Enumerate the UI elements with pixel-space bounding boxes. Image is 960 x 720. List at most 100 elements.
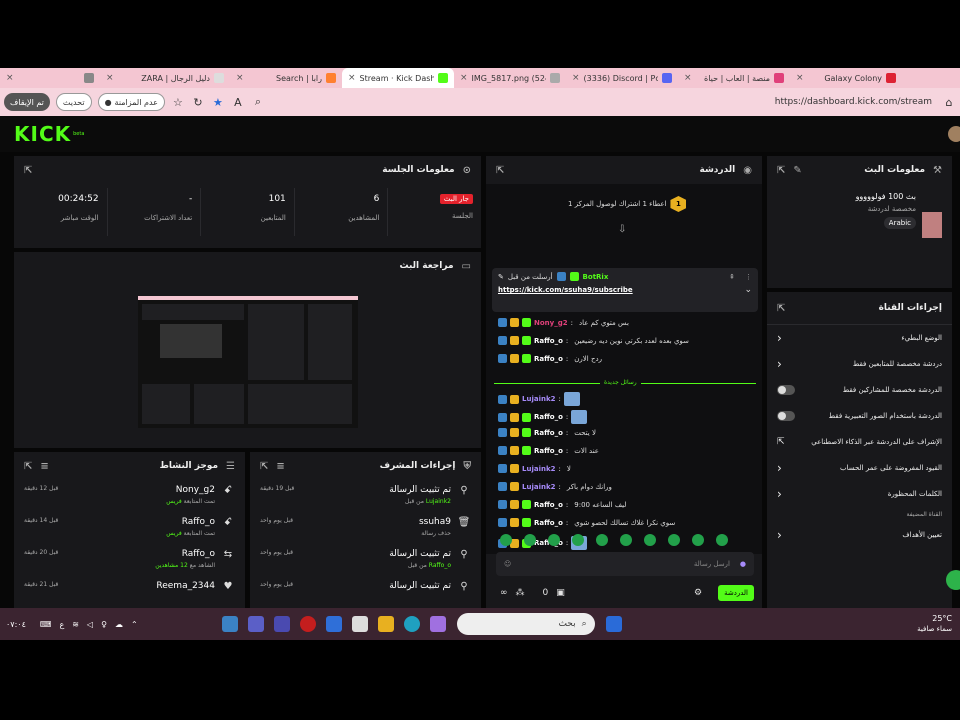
app-folder-icon[interactable] [377, 616, 394, 632]
app-edge-icon[interactable] [403, 616, 420, 632]
browser-tab[interactable]: ×IMG_5817.png (524×1 [454, 68, 566, 88]
keyboard-icon[interactable]: ⌨ [40, 620, 52, 629]
channel-action-row[interactable]: الدردشة مخصصة للمشاركين فقط [767, 377, 952, 403]
chevron-down-icon[interactable]: ⇩ [618, 224, 626, 235]
chat-username[interactable]: Raffo_o [534, 519, 563, 527]
chat-username[interactable]: Lujaink2 [522, 465, 555, 473]
lock-icon[interactable]: ⌂ [942, 95, 956, 109]
close-icon[interactable]: × [572, 73, 580, 83]
chat-username[interactable]: Raffo_o [534, 447, 563, 455]
read-aloud-icon[interactable]: A [231, 95, 245, 109]
close-icon[interactable]: × [460, 73, 468, 83]
close-icon[interactable]: × [236, 73, 244, 83]
popout-icon[interactable]: ⇱ [777, 303, 785, 314]
channel-action-row[interactable]: › القيود المفروضة على عمر الحساب [767, 455, 952, 481]
app-obs-icon[interactable] [196, 616, 212, 632]
gift-icon[interactable]: ▣ [556, 588, 565, 598]
browser-tab[interactable]: × Search | رابا [230, 68, 342, 88]
channel-action-row[interactable]: › الكلمات المحظورة [767, 481, 952, 507]
set-goals-row[interactable]: › تعيين الأهداف [767, 522, 952, 548]
refresh-icon[interactable]: ↻ [191, 95, 205, 109]
chat-username[interactable]: Raffo_o [534, 355, 563, 363]
popout-icon[interactable]: ⇱ [777, 165, 785, 176]
channel-action-row[interactable]: الدردشة باستخدام الصور التعبيرية فقط [767, 403, 952, 429]
mic-tray-icon[interactable]: ♀ [101, 620, 107, 629]
emote-shortcut-icon[interactable] [548, 534, 560, 546]
chat-username[interactable]: Nony_g2 [534, 319, 568, 327]
volume-icon[interactable]: ◁ [87, 620, 93, 629]
chat-username[interactable]: Raffo_o [534, 501, 563, 509]
channel-action-row[interactable]: ⇱ الإشراف على الدردشة عبر الذكاء الاصطناع… [767, 429, 952, 455]
browser-tab[interactable]: × [0, 68, 100, 88]
browser-tab[interactable]: ×Stream · Kick Dashbo [342, 68, 454, 88]
browser-tab[interactable]: × Galaxy Colony [790, 68, 902, 88]
visibility-icon[interactable]: ⊙ [463, 165, 471, 176]
chat-message[interactable]: Raffo_o: سوي بعده لعدد بكرتي نوين ديه رضي… [498, 336, 758, 345]
emote-shortcut-icon[interactable] [692, 534, 704, 546]
chat-message[interactable]: Raffo_o: ليف الساعه 9:00 [498, 500, 758, 509]
taskbar-search[interactable]: بحث ⌕ [456, 613, 595, 635]
chat-message[interactable]: Raffo_o: عند الات [498, 446, 758, 455]
chat-message[interactable]: Lujaink2: لا [498, 464, 758, 473]
chevron-down-icon[interactable]: ⌄ [744, 285, 752, 295]
app-copilot-icon[interactable] [429, 616, 446, 632]
account-pill[interactable]: ● عدم المزامنة [97, 93, 165, 111]
chat-message[interactable]: Nony_g2: بس متوي كم عاد [498, 318, 758, 327]
mic-icon[interactable]: ● [740, 560, 746, 568]
browser-tab[interactable]: × ZARA | دليل الرجال [100, 68, 230, 88]
pinned-message[interactable]: ✎ أرسلت من قبل BotRix ⇞ ⋮ https://kick.c… [492, 268, 758, 312]
emoji-icon[interactable]: ☺ [504, 560, 511, 568]
floating-button[interactable] [946, 570, 960, 590]
list-item[interactable]: قبل يوم واحد ssuha9 حذف رسالة 🗑 [250, 512, 481, 544]
language-icon[interactable]: ع [59, 620, 64, 629]
guest-pill[interactable]: تحديث [55, 93, 92, 111]
popout-icon[interactable]: ⇱ [24, 165, 32, 176]
chat-message[interactable]: Lujaink2: [498, 392, 758, 406]
chat-username[interactable]: Raffo_o [534, 429, 563, 437]
app-word-icon[interactable] [221, 616, 238, 632]
chat-message[interactable]: Raffo_o: [498, 410, 758, 424]
user-avatar[interactable] [948, 126, 960, 142]
app-p-icon[interactable] [273, 616, 290, 632]
filter-icon[interactable]: ≡ [276, 461, 284, 472]
emote-shortcut-icon[interactable] [524, 534, 536, 546]
list-item[interactable]: قبل يوم واحد تم تثبيت الرسالة ⚲ [250, 576, 481, 608]
chat-message[interactable]: Raffo_o: ردح الارن [498, 354, 758, 363]
chat-message[interactable]: Raffo_o: لا يتحت [498, 428, 758, 437]
emote-shortcut-icon[interactable] [644, 534, 656, 546]
chat-message[interactable]: Raffo_o: سوي نكرا غلاك تسالك لحصو شوي [498, 518, 758, 527]
clock[interactable]: ٠٧:٠٤ [6, 620, 26, 629]
favorites-icon[interactable]: ☆ [171, 95, 185, 109]
emote-shortcut-icon[interactable] [668, 534, 680, 546]
chat-body[interactable]: اعطاء 1 اشتراك لوصول المركز 1 1 ⇩ ✎ أرسل… [486, 184, 762, 554]
toggle-switch[interactable] [777, 411, 795, 421]
weather-widget[interactable]: 25°C سماء صافية [917, 614, 952, 634]
close-icon[interactable]: × [796, 73, 804, 83]
zoom-icon[interactable]: ⌕ [251, 95, 265, 109]
list-item[interactable]: قبل 21 دقيقة Reema_2344 ♥ [14, 576, 245, 608]
close-icon[interactable]: × [348, 73, 356, 83]
pinned-link[interactable]: https://kick.com/ssuha9/subscribe [498, 286, 633, 294]
chat-username[interactable]: Lujaink2 [522, 395, 555, 403]
emote-shortcut-icon[interactable] [716, 534, 728, 546]
list-item[interactable]: قبل 19 دقيقة تم تثبيت الرسالة من قبل Lujai… [250, 480, 481, 512]
chat-message[interactable]: Lujaink2: ورانك دوام باكر [498, 482, 758, 491]
chat-username[interactable]: Lujaink2 [522, 483, 555, 491]
emote-shortcut-icon[interactable] [620, 534, 632, 546]
popout-icon[interactable]: ⇱ [24, 461, 32, 472]
filter-icon[interactable]: ≡ [40, 461, 48, 472]
url-field[interactable]: https://dashboard.kick.com/stream [271, 97, 936, 107]
list-item[interactable]: قبل 14 دقيقة Raffo_o تمت المتابعة فريس ꗃ [14, 512, 245, 544]
unpin-icon[interactable]: ⇞ [729, 273, 735, 281]
pinned-user[interactable]: BotRix [583, 273, 609, 281]
more-icon[interactable]: ⋮ [745, 273, 752, 281]
channel-action-row[interactable]: › دردشة مخصصة للمتابعين فقط [767, 351, 952, 377]
cloud-icon[interactable]: ☁ [115, 620, 123, 629]
stream-preview-video[interactable] [138, 296, 358, 428]
app-store-icon[interactable] [351, 616, 368, 632]
popout-icon[interactable]: ⇱ [260, 461, 268, 472]
app-red-icon[interactable] [299, 616, 316, 632]
emote-shortcut-icon[interactable] [500, 534, 512, 546]
star-icon[interactable]: ★ [211, 95, 225, 109]
channel-action-row[interactable]: › الوضع البطيء [767, 325, 952, 351]
